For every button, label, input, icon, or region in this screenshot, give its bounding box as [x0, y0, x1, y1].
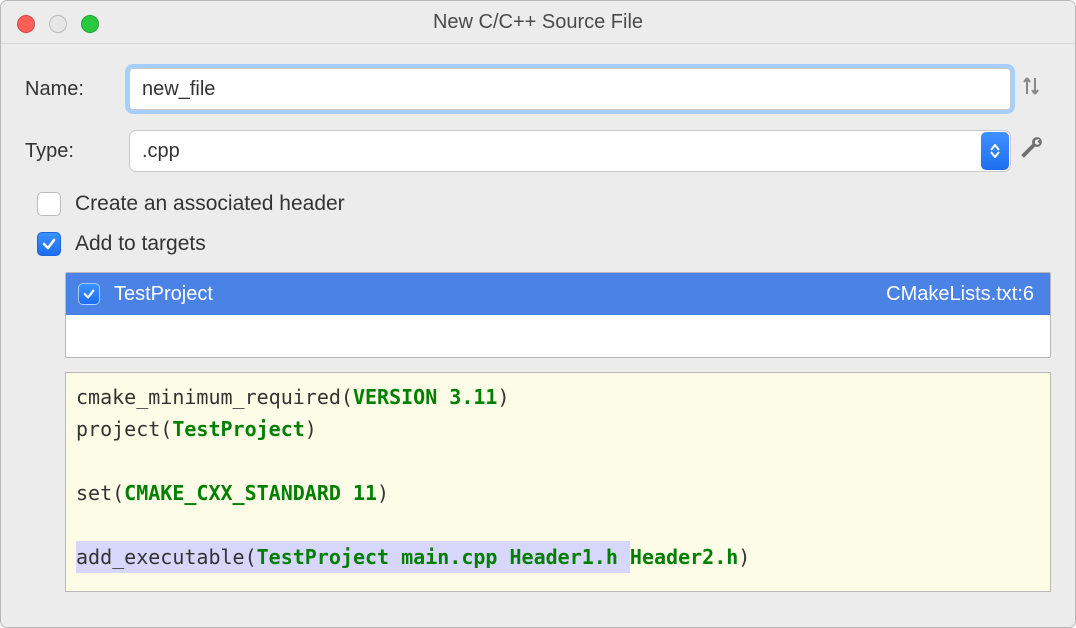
minimize-button[interactable] — [49, 15, 67, 33]
code-line — [76, 509, 1040, 541]
code-line: project(TestProject) — [76, 413, 1040, 445]
code-line: cmake_minimum_required(VERSION 3.11) — [76, 381, 1040, 413]
targets-list: TestProject CMakeLists.txt:6 — [65, 272, 1051, 358]
code-preview: cmake_minimum_required(VERSION 3.11) pro… — [65, 372, 1051, 592]
titlebar: New C/C++ Source File — [1, 1, 1075, 44]
name-label: Name: — [25, 78, 129, 101]
maximize-button[interactable] — [81, 15, 99, 33]
sort-icon-button[interactable] — [1011, 74, 1051, 104]
target-empty-row — [66, 315, 1050, 357]
code-line: add_executable(TestProject main.cpp Head… — [76, 541, 1040, 573]
code-line — [76, 445, 1040, 477]
window-title: New C/C++ Source File — [433, 11, 643, 34]
dialog-content: Name: Type: .cpp — [1, 44, 1075, 592]
add-targets-checkbox[interactable] — [37, 232, 61, 256]
name-row: Name: — [25, 68, 1051, 110]
create-header-label: Create an associated header — [75, 192, 345, 216]
target-location: CMakeLists.txt:6 — [886, 283, 1034, 306]
target-name: TestProject — [114, 283, 213, 306]
target-checkbox[interactable] — [78, 283, 100, 305]
window-controls — [17, 15, 99, 33]
name-input[interactable] — [129, 68, 1011, 110]
create-header-row: Create an associated header — [37, 192, 1051, 216]
settings-wrench-button[interactable] — [1011, 135, 1051, 167]
code-line: set(CMAKE_CXX_STANDARD 11) — [76, 477, 1040, 509]
close-button[interactable] — [17, 15, 35, 33]
type-select-wrap: .cpp — [129, 130, 1011, 172]
add-targets-row: Add to targets — [37, 232, 1051, 256]
add-targets-label: Add to targets — [75, 232, 206, 256]
create-header-checkbox[interactable] — [37, 192, 61, 216]
dialog-window: New C/C++ Source File Name: Type: .cpp — [0, 0, 1076, 628]
type-label: Type: — [25, 140, 129, 163]
type-select[interactable]: .cpp — [129, 130, 1011, 172]
target-row[interactable]: TestProject CMakeLists.txt:6 — [66, 273, 1050, 315]
type-row: Type: .cpp — [25, 130, 1051, 172]
